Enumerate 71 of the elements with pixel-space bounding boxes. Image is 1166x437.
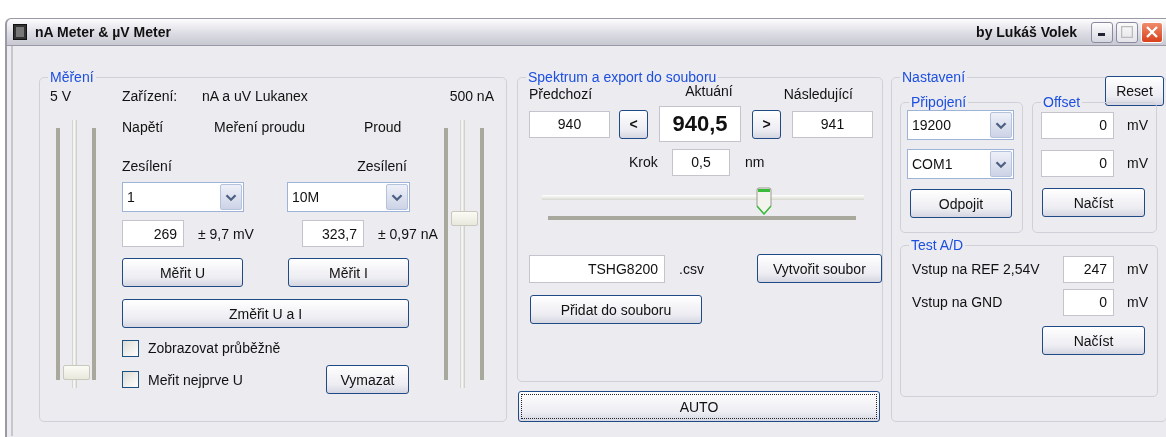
- unit-label: mV: [1127, 261, 1148, 277]
- panel-title: Nastavení: [901, 69, 967, 85]
- measure-voltage-button[interactable]: Měřit U: [122, 258, 243, 287]
- auto-button[interactable]: AUTO: [518, 391, 880, 422]
- voltage-error: ± 9,7 mV: [198, 225, 255, 242]
- checkbox-label: Zobrazovat průběžně: [148, 340, 281, 356]
- panel-title: Měření: [49, 69, 95, 85]
- voltage-field[interactable]: 269: [122, 220, 184, 247]
- dropdown[interactable]: COM1: [907, 149, 1014, 179]
- checkbox[interactable]: [122, 339, 139, 357]
- disconnect-button[interactable]: Odpojit: [910, 189, 1012, 218]
- step-field[interactable]: 0,5: [672, 148, 730, 176]
- panel-title: Připojení: [910, 94, 968, 110]
- minimize-button[interactable]: [1091, 21, 1113, 43]
- maximize-icon: [1121, 26, 1133, 38]
- unit-label: mV: [1127, 117, 1148, 133]
- next-button[interactable]: >: [752, 109, 781, 139]
- test-input-label: Vstup na REF 2,54V: [912, 261, 1041, 277]
- gain-label: Zesílení: [122, 158, 173, 174]
- load-offset-button[interactable]: Načíst: [1042, 188, 1145, 217]
- current-range-label: 500 nA: [448, 88, 494, 104]
- reset-button[interactable]: Reset: [1105, 76, 1164, 106]
- previous-button[interactable]: <: [619, 109, 648, 139]
- test-value-field[interactable]: 0: [1063, 288, 1114, 316]
- offset-field[interactable]: 0: [1041, 149, 1114, 177]
- test-value-field[interactable]: 247: [1063, 255, 1114, 283]
- panel-title: Spektrum a export do souboru: [527, 69, 718, 85]
- previous-field[interactable]: 940: [529, 110, 610, 138]
- device-name: nA a uV Lukanex: [202, 88, 308, 104]
- test-input-label: Vstup na GND: [912, 294, 1004, 310]
- measure-current-button[interactable]: Měřit I: [288, 258, 409, 287]
- offset-field[interactable]: 0: [1041, 111, 1114, 139]
- column-header: Napětí: [122, 119, 165, 135]
- append-to-file-button[interactable]: Přidat do souboru: [530, 295, 702, 324]
- gain-label: Zesílení: [356, 158, 407, 174]
- clear-button[interactable]: Vymazat: [326, 365, 409, 394]
- extension-label: .csv: [679, 260, 704, 277]
- column-header: Meření proudu: [214, 119, 307, 135]
- close-button[interactable]: [1141, 21, 1163, 43]
- dropdown[interactable]: 1: [122, 182, 244, 212]
- step-unit: nm: [745, 154, 765, 170]
- next-label: Následující: [782, 86, 853, 102]
- dropdown[interactable]: 19200: [907, 110, 1014, 140]
- load-test-button[interactable]: Načíst: [1042, 326, 1145, 355]
- unit-label: mV: [1127, 294, 1148, 310]
- slider-thumb[interactable]: [756, 187, 773, 215]
- next-field[interactable]: 941: [792, 110, 873, 138]
- current-label: Aktuání: [684, 83, 734, 99]
- author-label: by Lukáš Volek: [976, 24, 1077, 40]
- dropdown[interactable]: 10M: [287, 182, 410, 212]
- unit-label: mV: [1127, 155, 1148, 171]
- column-header: Proud: [364, 119, 402, 135]
- checkbox[interactable]: [122, 371, 139, 388]
- voltage-range-label: 5 V: [50, 88, 71, 104]
- create-file-button[interactable]: Vytvořit soubor: [756, 254, 882, 283]
- panel-title: Offset: [1042, 94, 1082, 110]
- current-value-field[interactable]: 940,5: [659, 106, 741, 142]
- app-icon: [13, 24, 27, 40]
- current-field[interactable]: 323,7: [302, 220, 364, 247]
- close-icon: [1146, 26, 1158, 38]
- slider-thumb[interactable]: [451, 211, 478, 227]
- panel-title: Test A/D: [910, 237, 965, 253]
- previous-label: Předchozí: [529, 86, 594, 102]
- step-label: Krok: [629, 154, 659, 170]
- current-error: ± 0,97 nA: [378, 225, 438, 242]
- measure-both-button[interactable]: Změřit U a I: [122, 299, 409, 328]
- window-title: nA Meter & µV Meter: [35, 24, 171, 40]
- slider-thumb[interactable]: [63, 365, 90, 381]
- filename-field[interactable]: TSHG8200: [529, 254, 665, 283]
- checkbox-label: Meřit nejprve U: [148, 371, 244, 388]
- device-label: Zařízení:: [122, 88, 179, 104]
